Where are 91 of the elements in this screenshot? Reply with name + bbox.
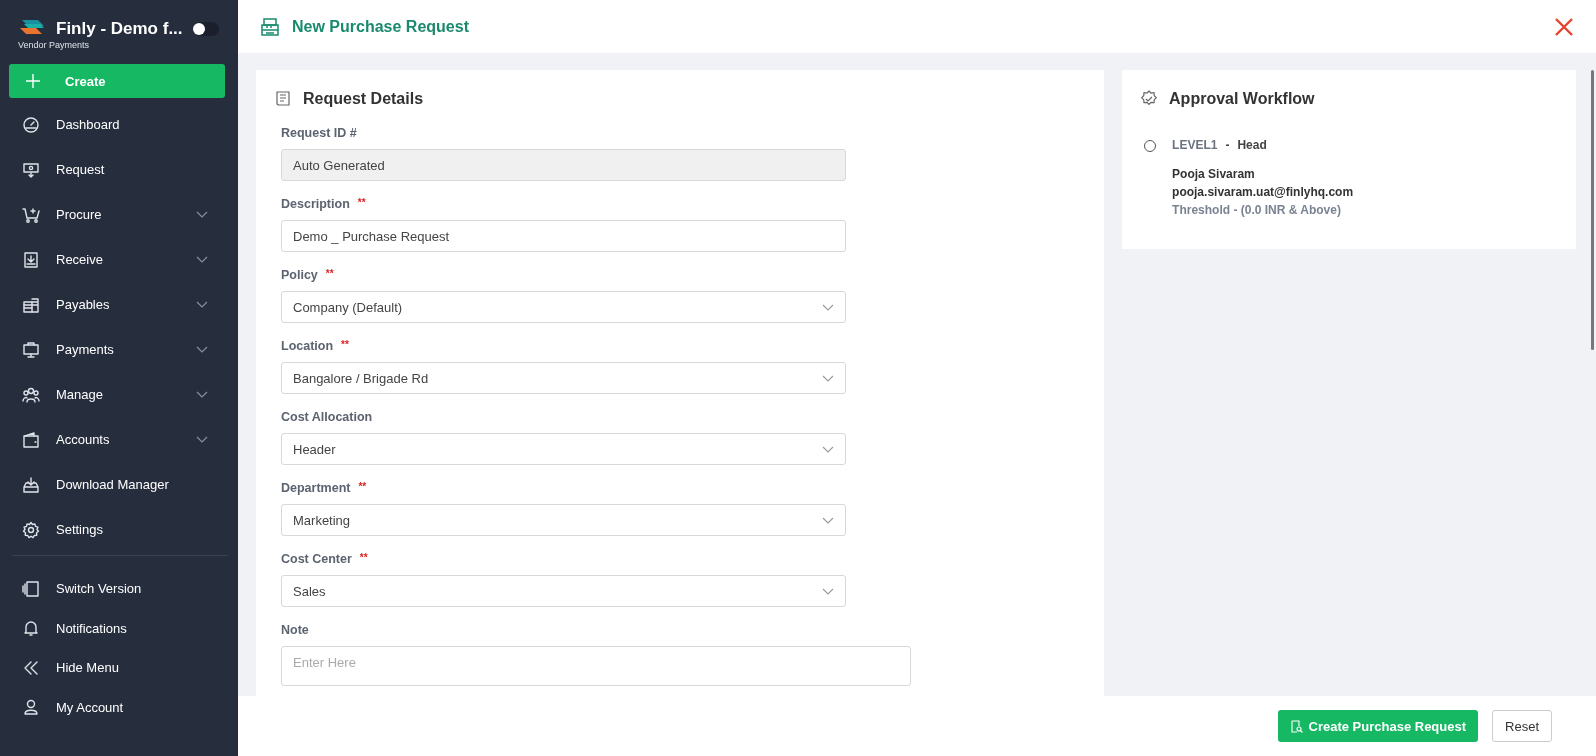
text-field[interactable]: Demo _ Purchase Request <box>281 220 846 252</box>
section-title: Approval Workflow <box>1169 90 1315 108</box>
chevron-down-icon <box>196 346 208 353</box>
level-label: LEVEL1 <box>1172 138 1218 152</box>
sidebar-item-label: Download Manager <box>56 477 170 492</box>
level-role: Head <box>1237 138 1267 152</box>
chevron-down-icon <box>196 391 208 398</box>
threshold-text: Threshold - (0.0 INR & Above) <box>1172 202 1342 219</box>
approver-email: pooja.sivaram.uat@finlyhq.com <box>1172 184 1354 201</box>
sidebar-item[interactable]: Payables <box>0 282 238 327</box>
bell-icon <box>22 619 40 638</box>
field-label: Cost Center <box>281 552 352 566</box>
chevron-down-icon <box>822 587 834 595</box>
sidebar-item[interactable]: Payments <box>0 327 238 372</box>
field-label: Note <box>281 623 309 637</box>
sidebar-item-label: Notifications <box>56 620 128 636</box>
chevron-down-icon <box>196 256 208 263</box>
sidebar-item-label: Accounts <box>56 432 111 447</box>
cart-icon <box>22 205 40 224</box>
chevron-down-icon <box>822 303 834 311</box>
download-tray-icon <box>22 475 40 494</box>
gauge-icon <box>22 115 40 134</box>
field-label: Description <box>281 197 350 211</box>
required-marker: ** <box>359 552 368 565</box>
required-marker: ** <box>358 481 367 494</box>
brand-subtitle: Vendor Payments <box>18 40 91 50</box>
chevron-down-icon <box>822 374 834 382</box>
chevron-down-icon <box>196 436 208 443</box>
toggle-switch[interactable] <box>192 22 219 36</box>
sidebar-item-label: Payables <box>56 297 111 312</box>
required-marker: ** <box>357 197 366 210</box>
chevron-down-icon <box>822 445 834 453</box>
sidebar-item-label: Settings <box>56 522 104 537</box>
sidebar-item-label: Manage <box>56 387 104 402</box>
sidebar-item[interactable]: Switch Version <box>0 569 238 609</box>
sidebar-item-label: Receive <box>56 252 104 267</box>
user-icon <box>22 698 40 717</box>
chevron-down-icon <box>196 301 208 308</box>
inbox-download-icon <box>22 250 40 269</box>
close-icon <box>1554 16 1574 37</box>
dropdown[interactable]: Bangalore / Brigade Rd <box>281 362 846 394</box>
scrollbar[interactable] <box>1591 70 1594 350</box>
sidebar-item[interactable]: Manage <box>0 372 238 417</box>
settings-icon <box>22 520 40 539</box>
dropdown[interactable]: Marketing <box>281 504 846 536</box>
sidebar-item-label: Procure <box>56 207 103 222</box>
tablet-icon <box>22 579 40 598</box>
sidebar-item[interactable]: Settings <box>0 507 238 552</box>
wallet-icon <box>22 430 40 449</box>
chevron-down-icon <box>196 211 208 218</box>
page-title: New Purchase Request <box>292 17 469 36</box>
banknote-icon <box>22 160 40 179</box>
dropdown[interactable]: Company (Default) <box>281 291 846 323</box>
sidebar-item[interactable]: Dashboard <box>0 102 238 147</box>
verified-badge-icon <box>1140 90 1159 108</box>
separator-dash: - <box>1225 138 1230 152</box>
field-label: Policy <box>281 268 318 282</box>
sidebar-item[interactable]: Procure <box>0 192 238 237</box>
required-marker: ** <box>341 339 349 352</box>
sidebar-item[interactable]: Download Manager <box>0 462 238 507</box>
sidebar-item-label: Payments <box>56 342 115 357</box>
required-marker: ** <box>325 268 334 281</box>
sidebar-item-label: My Account <box>56 699 125 715</box>
sidebar-item[interactable]: Request <box>0 147 238 192</box>
sidebar-item-label: Hide Menu <box>56 660 120 676</box>
sidebar-item[interactable]: Accounts <box>0 417 238 462</box>
field-label: Request ID # <box>281 126 357 140</box>
field-label: Location <box>281 339 334 353</box>
field-label: Department <box>281 481 351 495</box>
approver-name: Pooja Sivaram <box>1172 166 1256 183</box>
cash-register-icon <box>260 17 280 36</box>
plus-icon <box>25 73 41 89</box>
receipt-icon <box>274 90 292 108</box>
brand-title: Finly - Demo f... <box>56 19 183 39</box>
field-label: Cost Allocation <box>281 410 373 424</box>
sidebar-item-label: Switch Version <box>56 581 143 597</box>
chevron-down-icon <box>822 516 834 524</box>
sidebar-item[interactable]: My Account <box>0 687 238 727</box>
reset-button[interactable]: Reset <box>1492 710 1552 742</box>
sidebar-item-label: Request <box>56 162 106 177</box>
dropdown[interactable]: Sales <box>281 575 846 607</box>
sidebar-item-label: Dashboard <box>56 117 121 132</box>
readonly-field: Auto Generated <box>281 149 846 181</box>
section-title: Request Details <box>303 90 424 108</box>
document-search-icon <box>1289 719 1303 733</box>
dropdown[interactable]: Header <box>281 433 846 465</box>
sidebar-item[interactable]: Hide Menu <box>0 648 238 688</box>
people-icon <box>22 385 40 404</box>
sidebar-item[interactable]: Receive <box>0 237 238 282</box>
sidebar-item[interactable]: Notifications <box>0 608 238 648</box>
monitor-icon <box>22 340 40 359</box>
